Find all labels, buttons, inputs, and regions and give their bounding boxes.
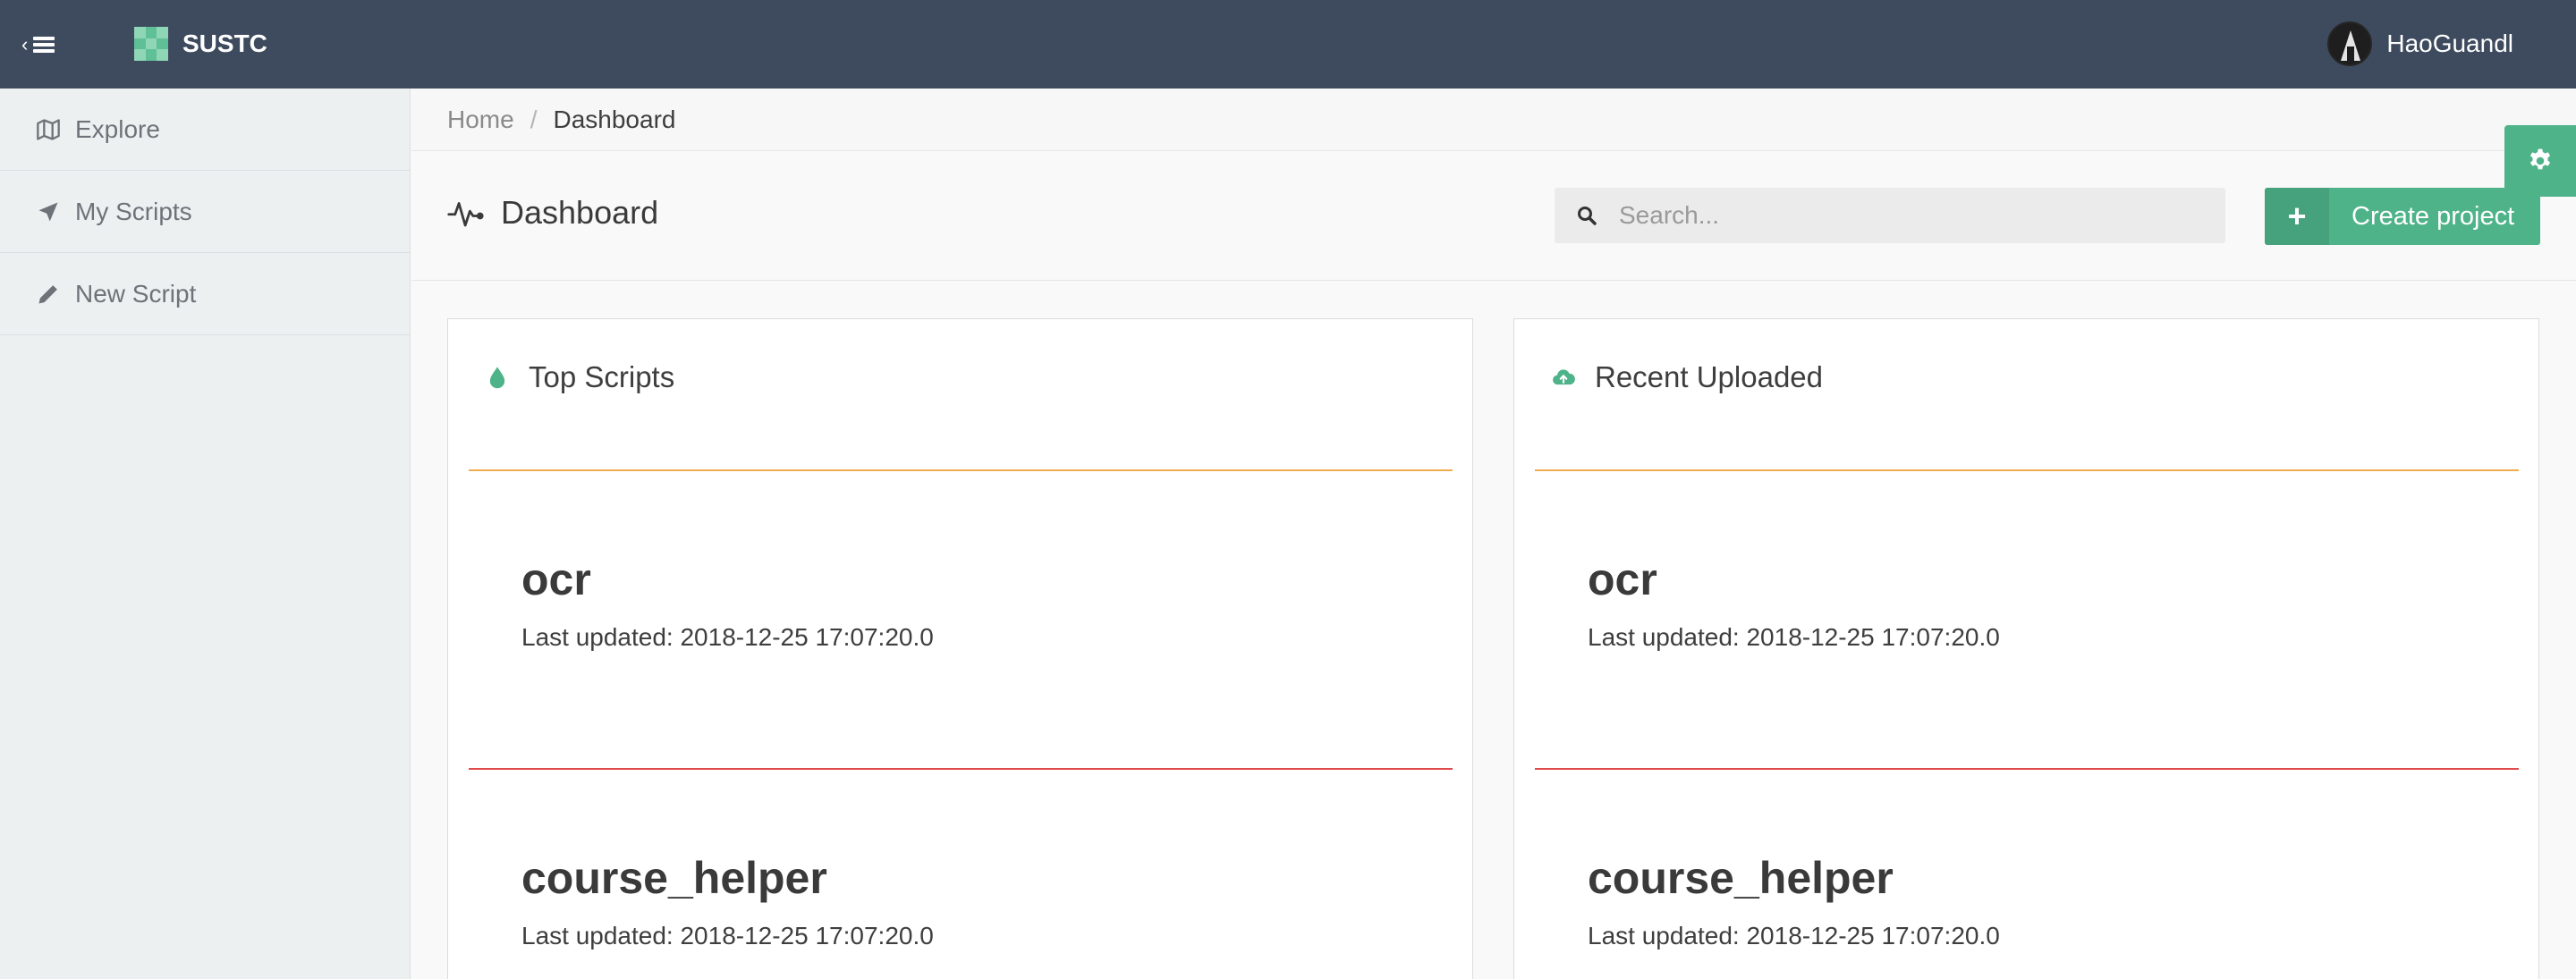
top-navbar: ‹ SUSTC HaoGuandl: [0, 0, 2576, 89]
drop-icon: [484, 364, 511, 391]
page-header: Dashboard + Create project: [411, 151, 2576, 281]
sidebar-item-label: My Scripts: [75, 197, 192, 225]
panel-title: Top Scripts: [484, 360, 674, 394]
sidebar: Explore My Scripts New Script: [0, 89, 411, 979]
search-icon: [1578, 207, 1597, 225]
divider: [469, 469, 1453, 471]
script-name-link[interactable]: ocr: [521, 553, 934, 605]
breadcrumb-current: Dashboard: [553, 105, 676, 133]
cloud-upload-icon: [1550, 364, 1577, 391]
sidebar-item-explore[interactable]: Explore: [0, 89, 410, 171]
last-updated-text: Last updated: 2018-12-25 17:07:20.0: [1588, 922, 2000, 949]
create-project-button[interactable]: + Create project: [2265, 188, 2540, 245]
plus-icon: +: [2265, 188, 2329, 245]
list-item: course_helper Last updated: 2018-12-25 1…: [1588, 852, 2000, 950]
user-menu[interactable]: HaoGuandl: [2327, 21, 2513, 66]
create-project-label: Create project: [2351, 201, 2515, 231]
hamburger-icon: [33, 37, 55, 53]
list-item: course_helper Last updated: 2018-12-25 1…: [521, 852, 934, 950]
sidebar-item-label: New Script: [75, 279, 197, 308]
panel-header: Recent Uploaded: [1514, 319, 2538, 471]
last-updated-text: Last updated: 2018-12-25 17:07:20.0: [1588, 623, 2000, 651]
divider: [469, 768, 1453, 770]
script-name-link[interactable]: course_helper: [521, 852, 934, 904]
top-scripts-panel: Top Scripts ocr Last updated: 2018-12-25…: [447, 318, 1473, 979]
brand-name: SUSTC: [182, 30, 267, 57]
username: HaoGuandl: [2386, 30, 2513, 57]
list-item: ocr Last updated: 2018-12-25 17:07:20.0: [1588, 553, 2000, 652]
panel-title-text: Top Scripts: [529, 360, 675, 393]
breadcrumb-separator: /: [530, 105, 538, 133]
panel-title-text: Recent Uploaded: [1595, 360, 1824, 393]
settings-toggle-button[interactable]: [2504, 125, 2576, 197]
breadcrumb: Home / Dashboard: [411, 89, 2576, 151]
location-arrow-icon: [36, 199, 61, 224]
gear-icon: [2529, 148, 2551, 170]
sidebar-item-label: Explore: [75, 114, 160, 143]
search-box[interactable]: [1555, 188, 2225, 243]
breadcrumb-home-link[interactable]: Home: [447, 105, 514, 134]
main-content: Home / Dashboard Dashboard + Create proj…: [411, 89, 2576, 979]
panel-title: Recent Uploaded: [1550, 360, 1823, 394]
script-name-link[interactable]: course_helper: [1588, 852, 2000, 904]
chevron-left-icon: ‹: [21, 33, 29, 55]
sidebar-toggle-button[interactable]: ‹: [21, 29, 64, 61]
pencil-icon: [36, 282, 61, 307]
script-name-link[interactable]: ocr: [1588, 553, 2000, 605]
page-title-text: Dashboard: [501, 194, 659, 231]
list-item: ocr Last updated: 2018-12-25 17:07:20.0: [521, 553, 934, 652]
divider: [1535, 768, 2519, 770]
sidebar-item-new-script[interactable]: New Script: [0, 253, 410, 335]
brand-logo-icon: [134, 27, 168, 61]
map-icon: [36, 117, 61, 142]
search-input[interactable]: [1619, 201, 2209, 230]
avatar: [2327, 21, 2373, 66]
last-updated-text: Last updated: 2018-12-25 17:07:20.0: [521, 922, 934, 949]
recent-uploaded-panel: Recent Uploaded ocr Last updated: 2018-1…: [1513, 318, 2539, 979]
brand[interactable]: SUSTC: [134, 27, 267, 61]
panel-header: Top Scripts: [448, 319, 1472, 471]
pulse-icon: [447, 202, 484, 227]
last-updated-text: Last updated: 2018-12-25 17:07:20.0: [521, 623, 934, 651]
sidebar-item-my-scripts[interactable]: My Scripts: [0, 171, 410, 253]
page-title: Dashboard: [447, 194, 658, 232]
divider: [1535, 469, 2519, 471]
